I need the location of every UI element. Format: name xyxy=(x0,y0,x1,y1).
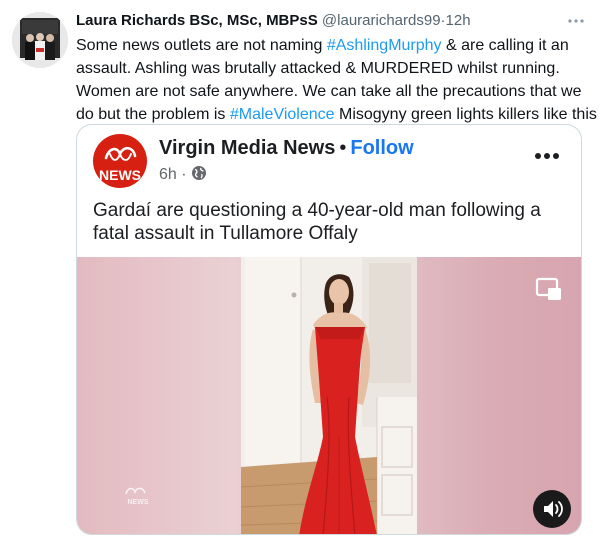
tweet-text-segment: & are calling it an xyxy=(441,37,569,54)
follow-button[interactable]: Follow xyxy=(350,137,413,159)
tweet-text-line: assault. Ashling was brutally attacked &… xyxy=(76,57,586,80)
tweet-text-segment: Some news outlets are not naming xyxy=(76,37,327,54)
tweet-text-segment: Women are not safe anywhere. We can take… xyxy=(76,83,582,100)
author-handle[interactable]: @laurarichards99 xyxy=(322,12,441,29)
tweet-text: Some news outlets are not naming #Ashlin… xyxy=(76,34,597,126)
more-dots-icon[interactable] xyxy=(533,149,561,161)
tweet-text-line: Some news outlets are not naming #Ashlin… xyxy=(76,34,586,57)
watermark-text: NEWS xyxy=(127,499,149,506)
author-name[interactable]: Laura Richards BSc, MSc, MBPsS xyxy=(76,12,318,29)
tweet-text-line: Women are not safe anywhere. We can take… xyxy=(76,80,586,103)
video-watermark: NEWS xyxy=(123,485,153,506)
post-meta: 6h · xyxy=(159,165,207,185)
sound-toggle-button[interactable] xyxy=(533,490,571,528)
embedded-media-card[interactable]: NEWS Virgin Media News • Follow 6h · Gar… xyxy=(76,124,582,535)
tweet-text-line: do but the problem is #MaleViolence Miso… xyxy=(76,103,597,126)
author-avatar[interactable] xyxy=(12,12,68,68)
virgin-media-news-logo[interactable]: NEWS xyxy=(93,134,147,188)
post-time[interactable]: 6h xyxy=(159,166,177,183)
tweet-text-segment: assault. Ashling was brutally attacked &… xyxy=(76,60,560,77)
virgin-media-watermark-icon xyxy=(125,487,146,495)
logo-text: NEWS xyxy=(99,167,141,183)
page-name[interactable]: Virgin Media News xyxy=(159,137,335,159)
post-headline: Gardaí are questioning a 40-year-old man… xyxy=(93,200,541,244)
tweet-timestamp[interactable]: 12h xyxy=(446,12,471,29)
name-separator: • xyxy=(339,137,347,159)
tweet-header: Laura Richards BSc, MSc, MBPsS @lauraric… xyxy=(76,11,560,31)
globe-icon xyxy=(191,165,207,181)
tweet-text-segment: do but the problem is xyxy=(76,106,230,123)
meta-separator: · xyxy=(181,166,187,183)
page-name-row: Virgin Media News • Follow xyxy=(159,135,414,161)
post-video[interactable]: NEWS xyxy=(77,257,581,534)
hashtag-link[interactable]: #AshlingMurphy xyxy=(327,37,442,54)
more-horizontal-icon[interactable] xyxy=(566,11,586,31)
avatar-photo xyxy=(12,12,68,68)
tweet-text-segment: Misogyny green lights killers like this xyxy=(334,106,597,123)
hashtag-link[interactable]: #MaleViolence xyxy=(230,106,335,123)
tweet[interactable]: Laura Richards BSc, MSc, MBPsS @lauraric… xyxy=(0,0,600,541)
speaker-icon xyxy=(544,501,563,517)
picture-in-picture-icon[interactable] xyxy=(535,276,563,304)
